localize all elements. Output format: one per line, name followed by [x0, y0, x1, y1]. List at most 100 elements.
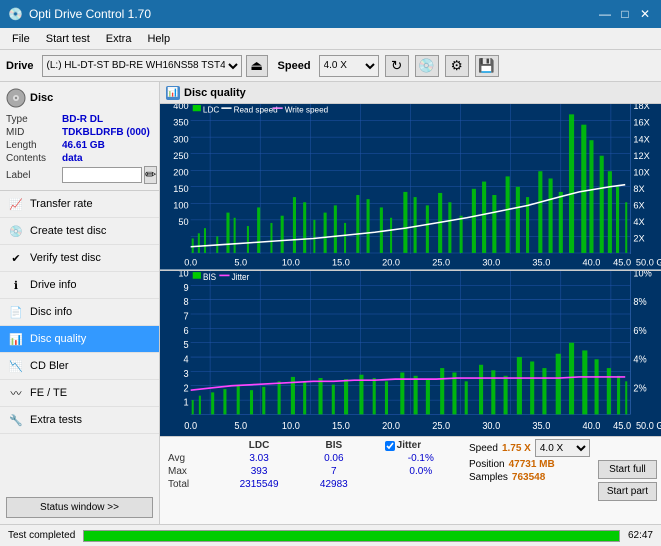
position-value: 47731 MB — [509, 459, 555, 470]
speed-info: Speed 1.75 X 4.0 X Position 47731 MB Sam… — [469, 439, 590, 522]
minimize-button[interactable]: — — [597, 6, 613, 22]
svg-text:4: 4 — [184, 354, 190, 365]
svg-text:50.0 GB: 50.0 GB — [636, 420, 661, 431]
svg-text:8: 8 — [184, 296, 189, 307]
svg-text:20.0: 20.0 — [382, 257, 400, 267]
type-value: BD-R DL — [62, 114, 103, 125]
avg-label: Avg — [164, 452, 217, 465]
svg-text:25.0: 25.0 — [432, 420, 450, 431]
close-button[interactable]: ✕ — [637, 6, 653, 22]
start-part-button[interactable]: Start part — [598, 482, 657, 501]
avg-jitter: -0.1% — [381, 452, 461, 465]
samples-value: 763548 — [512, 472, 545, 483]
charts-and-stats: 400 350 300 250 200 150 100 50 18X — [160, 104, 661, 524]
speed-info-select[interactable]: 4.0 X — [535, 439, 590, 457]
bottom-chart-svg: 10 9 8 7 6 5 4 3 2 1 — [160, 271, 661, 437]
settings-button[interactable]: ⚙ — [445, 55, 469, 77]
disc-header: Disc — [6, 88, 153, 108]
drive-select[interactable]: (L:) HL-DT-ST BD-RE WH16NS58 TST4 — [42, 55, 242, 77]
svg-text:200: 200 — [173, 167, 188, 177]
length-value: 46.61 GB — [62, 140, 105, 151]
chart-header-icon: 📊 — [166, 86, 180, 100]
sidebar-item-transfer-rate[interactable]: 📈 Transfer rate — [0, 191, 159, 218]
svg-text:7: 7 — [184, 311, 189, 322]
speed-label: Speed — [278, 60, 311, 72]
mid-label: MID — [6, 127, 62, 138]
toolbar: Drive (L:) HL-DT-ST BD-RE WH16NS58 TST4 … — [0, 50, 661, 82]
svg-text:30.0: 30.0 — [482, 257, 500, 267]
nav-label-verify-test-disc: Verify test disc — [30, 252, 101, 264]
menu-start-test[interactable]: Start test — [38, 31, 98, 47]
max-jitter: 0.0% — [381, 465, 461, 478]
col-header-ldc: LDC — [217, 439, 302, 452]
svg-text:100: 100 — [173, 200, 188, 210]
length-row: Length 46.61 GB — [6, 140, 153, 151]
extra-tests-icon: 🔧 — [8, 412, 24, 428]
menu-help[interactable]: Help — [139, 31, 178, 47]
refresh-button[interactable]: ↻ — [385, 55, 409, 77]
label-input[interactable] — [62, 167, 142, 183]
sidebar-item-create-test-disc[interactable]: 💿 Create test disc — [0, 218, 159, 245]
status-window-button[interactable]: Status window >> — [6, 497, 153, 518]
disc-button[interactable]: 💿 — [415, 55, 439, 77]
maximize-button[interactable]: □ — [617, 6, 633, 22]
svg-text:25.0: 25.0 — [432, 257, 450, 267]
chart-header: 📊 Disc quality — [160, 82, 661, 104]
sidebar-item-disc-quality[interactable]: 📊 Disc quality — [0, 326, 159, 353]
app-title: Opti Drive Control 1.70 — [29, 7, 151, 21]
disc-info-icon: 📄 — [8, 304, 24, 320]
menu-bar: File Start test Extra Help — [0, 28, 661, 50]
nav-label-cd-bler: CD Bler — [30, 360, 69, 372]
max-ldc: 393 — [217, 465, 302, 478]
jitter-checkbox[interactable] — [385, 441, 395, 451]
start-full-button[interactable]: Start full — [598, 460, 657, 479]
position-label: Position — [469, 459, 505, 470]
samples-label: Samples — [469, 472, 508, 483]
speed-select[interactable]: 4.0 X — [319, 55, 379, 77]
title-bar-left: 💿 Opti Drive Control 1.70 — [8, 7, 151, 21]
svg-text:18X: 18X — [633, 104, 649, 111]
type-row: Type BD-R DL — [6, 114, 153, 125]
svg-text:45.0: 45.0 — [613, 257, 631, 267]
sidebar-item-verify-test-disc[interactable]: ✔ Verify test disc — [0, 245, 159, 272]
menu-file[interactable]: File — [4, 31, 38, 47]
avg-bis: 0.06 — [301, 452, 366, 465]
sidebar-item-fe-te[interactable]: 〰 FE / TE — [0, 380, 159, 407]
svg-text:8X: 8X — [633, 184, 644, 194]
svg-text:16X: 16X — [633, 118, 649, 128]
svg-text:5.0: 5.0 — [234, 257, 247, 267]
length-label: Length — [6, 140, 62, 151]
max-bis: 7 — [301, 465, 366, 478]
sidebar-item-drive-info[interactable]: ℹ Drive info — [0, 272, 159, 299]
position-row: Position 47731 MB — [469, 459, 590, 470]
jitter-label: Jitter — [397, 440, 421, 451]
menu-extra[interactable]: Extra — [98, 31, 140, 47]
svg-text:5.0: 5.0 — [234, 420, 247, 431]
label-label: Label — [6, 170, 62, 181]
svg-text:15.0: 15.0 — [332, 420, 350, 431]
eject-button[interactable]: ⏏ — [246, 55, 268, 77]
svg-text:9: 9 — [184, 282, 189, 293]
nav-label-disc-quality: Disc quality — [30, 333, 86, 345]
create-test-disc-icon: 💿 — [8, 223, 24, 239]
drive-label: Drive — [6, 60, 34, 72]
svg-text:1: 1 — [184, 397, 189, 408]
sidebar-item-extra-tests[interactable]: 🔧 Extra tests — [0, 407, 159, 434]
avg-ldc: 3.03 — [217, 452, 302, 465]
sidebar-item-cd-bler[interactable]: 📉 CD Bler — [0, 353, 159, 380]
svg-text:10.0: 10.0 — [282, 420, 300, 431]
title-bar: 💿 Opti Drive Control 1.70 — □ ✕ — [0, 0, 661, 28]
speed-info-value: 1.75 X — [502, 443, 531, 454]
save-button[interactable]: 💾 — [475, 55, 499, 77]
svg-text:5: 5 — [184, 339, 189, 350]
label-edit-button[interactable]: ✏ — [144, 166, 157, 184]
max-empty — [366, 465, 380, 478]
svg-text:40.0: 40.0 — [583, 420, 601, 431]
sidebar-item-disc-info[interactable]: 📄 Disc info — [0, 299, 159, 326]
transfer-rate-icon: 📈 — [8, 196, 24, 212]
col-header-empty — [164, 439, 217, 452]
svg-text:10: 10 — [178, 271, 188, 280]
svg-text:400: 400 — [173, 104, 188, 111]
svg-text:0.0: 0.0 — [184, 420, 197, 431]
type-label: Type — [6, 114, 62, 125]
